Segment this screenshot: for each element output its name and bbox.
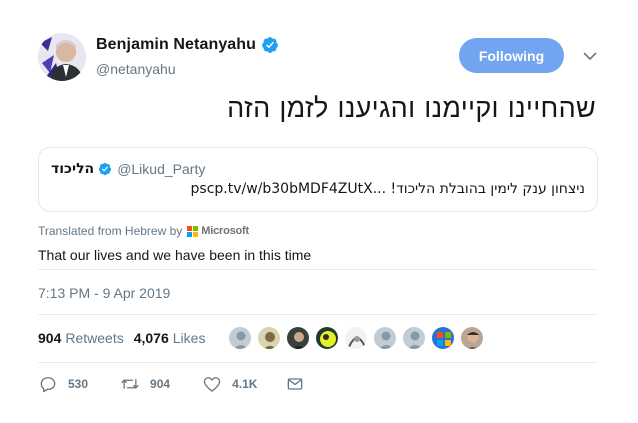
liker-avatar[interactable] xyxy=(257,326,281,350)
translation-provider: Microsoft xyxy=(201,225,249,237)
like-button[interactable]: 4.1K xyxy=(202,374,257,394)
liker-avatar[interactable] xyxy=(315,326,339,350)
divider xyxy=(38,269,598,270)
heart-icon xyxy=(203,377,221,392)
quoted-tweet-text: ניצחון ענק לימין בהובלת הליכוד! ...pscp.… xyxy=(190,181,585,197)
divider xyxy=(38,362,598,363)
tweet-timestamp[interactable]: 7:13 PM - 9 Apr 2019 xyxy=(38,285,170,301)
reply-count: 530 xyxy=(68,377,89,391)
quoted-author-handle: @Likud_Party xyxy=(117,161,206,177)
liker-avatar[interactable] xyxy=(460,326,484,350)
following-button[interactable]: Following xyxy=(459,38,564,73)
divider xyxy=(38,314,598,315)
tweet-actions: 530 904 4.1K xyxy=(38,374,305,394)
quoted-tweet-header: הליכוד @Likud_Party xyxy=(51,161,205,177)
envelope-icon xyxy=(288,378,303,390)
like-count: 4.1K xyxy=(232,377,258,391)
retweets-count[interactable]: 904 xyxy=(38,330,61,346)
retweet-button[interactable]: 904 xyxy=(120,374,170,394)
liker-avatar[interactable] xyxy=(373,326,397,350)
liker-avatar[interactable] xyxy=(344,326,368,350)
likes-label[interactable]: Likes xyxy=(173,330,206,346)
reply-icon xyxy=(40,377,56,393)
tweet-stats: 904 Retweets 4,076 Likes xyxy=(38,330,215,346)
retweets-label[interactable]: Retweets xyxy=(65,330,123,346)
liker-avatar[interactable] xyxy=(402,326,426,350)
chevron-down-icon[interactable] xyxy=(582,48,598,64)
reply-button[interactable]: 530 xyxy=(38,374,88,394)
translation-credit-text: Translated from Hebrew by xyxy=(38,224,183,238)
liker-avatar[interactable] xyxy=(431,326,455,350)
quoted-tweet[interactable]: הליכוד @Likud_Party ניצחון ענק לימין בהו… xyxy=(38,147,598,212)
retweet-icon xyxy=(121,379,139,389)
liker-avatar[interactable] xyxy=(228,326,252,350)
tweet-card: Benjamin Netanyahu @netanyahu Following … xyxy=(0,0,638,423)
quoted-author-name: הליכוד xyxy=(51,161,95,177)
liker-avatar[interactable] xyxy=(286,326,310,350)
tweet-text: שהחיינו וקיימנו והגיענו לזמן הזה xyxy=(227,93,596,124)
verified-badge-icon xyxy=(99,162,112,176)
translation-credit: Translated from Hebrew by Microsoft xyxy=(38,224,249,238)
microsoft-logo-icon xyxy=(187,225,199,237)
author-name[interactable]: Benjamin Netanyahu xyxy=(96,36,256,54)
direct-message-button[interactable] xyxy=(285,374,305,394)
verified-badge-icon xyxy=(262,37,278,53)
author-avatar[interactable] xyxy=(38,33,86,81)
likes-count[interactable]: 4,076 xyxy=(134,330,169,346)
author-name-row: Benjamin Netanyahu xyxy=(96,36,279,54)
author-handle[interactable]: @netanyahu xyxy=(96,61,176,77)
liker-avatars xyxy=(228,326,489,350)
retweet-count: 904 xyxy=(150,377,171,391)
translated-text: That our lives and we have been in this … xyxy=(38,247,312,263)
